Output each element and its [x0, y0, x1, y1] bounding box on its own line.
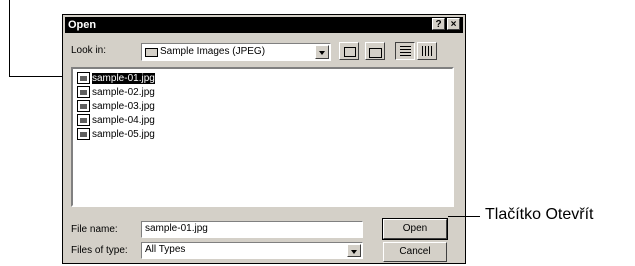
details-view-icon — [422, 46, 433, 56]
file-item[interactable]: sample-03.jpg — [77, 100, 155, 114]
file-name-input[interactable]: sample-01.jpg — [141, 221, 363, 238]
file-item[interactable]: sample-02.jpg — [77, 86, 155, 100]
file-name: sample-04.jpg — [92, 115, 155, 126]
file-type-dropdown[interactable]: All Types — [141, 242, 363, 259]
open-dialog: Open ? × Look in: Sample Images (JPEG) s… — [62, 14, 466, 264]
up-one-level-icon — [344, 47, 356, 57]
look-in-dropdown[interactable]: Sample Images (JPEG) — [141, 43, 331, 61]
file-name-label: File name: — [71, 224, 118, 235]
file-type-value: All Types — [145, 244, 186, 255]
list-view-icon — [400, 46, 411, 56]
look-in-value: Sample Images (JPEG) — [160, 46, 266, 57]
create-new-folder-icon — [369, 48, 382, 58]
image-file-icon — [77, 114, 90, 126]
create-new-folder-button[interactable] — [365, 42, 385, 60]
title-bar: Open ? × — [65, 17, 463, 33]
file-item[interactable]: sample-05.jpg — [77, 128, 155, 142]
file-item[interactable]: sample-04.jpg — [77, 114, 155, 128]
details-view-button[interactable] — [417, 42, 437, 60]
file-type-label: Files of type: — [71, 245, 128, 256]
annotation-line-vertical — [9, 0, 10, 77]
callout-label: Tlačítko Otevřít — [485, 206, 594, 223]
file-item[interactable]: sample-01.jpg — [77, 72, 155, 86]
up-one-level-button[interactable] — [339, 42, 359, 60]
folder-icon — [145, 48, 158, 57]
look-in-label: Look in: — [71, 45, 107, 56]
cancel-button[interactable]: Cancel — [383, 242, 447, 262]
image-file-icon — [77, 86, 90, 98]
file-list[interactable]: sample-01.jpg sample-02.jpg sample-03.jp… — [71, 67, 454, 207]
dialog-title: Open — [68, 19, 97, 31]
file-name: sample-01.jpg — [92, 73, 155, 84]
help-button[interactable]: ? — [432, 18, 445, 30]
close-button[interactable]: × — [447, 18, 460, 30]
callout-line — [448, 216, 480, 217]
file-name: sample-05.jpg — [92, 129, 155, 140]
help-icon: ? — [435, 19, 442, 30]
chevron-down-icon[interactable] — [315, 45, 329, 59]
open-button[interactable]: Open — [382, 218, 448, 240]
close-icon: × — [450, 19, 457, 30]
image-file-icon — [77, 72, 90, 84]
file-name: sample-02.jpg — [92, 87, 155, 98]
image-file-icon — [77, 100, 90, 112]
chevron-down-icon[interactable] — [347, 244, 361, 257]
image-file-icon — [77, 128, 90, 140]
list-view-button[interactable] — [395, 42, 415, 60]
file-name: sample-03.jpg — [92, 101, 155, 112]
